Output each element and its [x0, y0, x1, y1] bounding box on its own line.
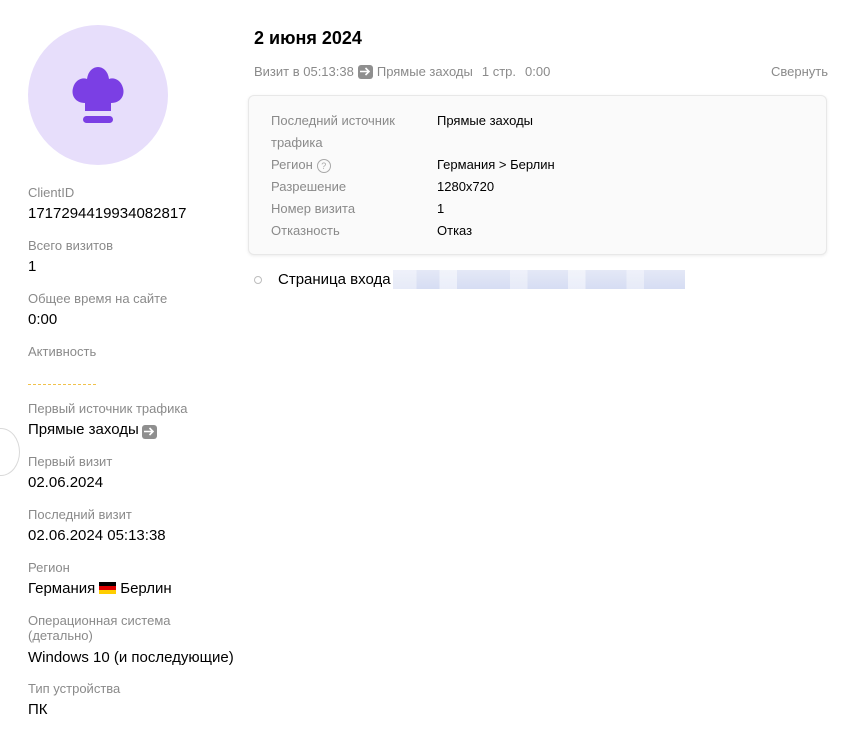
avatar [28, 25, 168, 165]
os-label: Операционная система (детально) [28, 613, 171, 643]
device-type-label: Тип устройства [28, 681, 121, 696]
total-time-label: Общее время на сайте [28, 291, 168, 306]
entry-page-label: Страница входа [278, 271, 391, 288]
visit-number-value: 1 [437, 201, 445, 216]
entry-page-url-redacted[interactable] [392, 270, 685, 289]
bounce-label: Отказность [271, 223, 340, 238]
device-type-value: ПК [28, 701, 48, 718]
visit-pages: 1 стр. [481, 64, 516, 79]
last-visit-label: Последний визит [28, 507, 132, 522]
region-country: Германия [28, 580, 96, 597]
visit-summary: Визит в 05:13:38 Прямые заходы 1 стр. 0:… [254, 64, 550, 79]
region-value: Германия Берлин [28, 580, 172, 598]
timeline-bullet-icon [254, 275, 262, 284]
total-visits-label: Всего визитов [28, 238, 114, 253]
last-visit-value: 02.06.2024 05:13:38 [28, 527, 166, 544]
last-source-label: Последний источник трафика [271, 113, 395, 150]
visit-date-title: 2 июня 2024 [254, 28, 362, 48]
resolution-value: 1280x720 [437, 179, 495, 194]
visit-details-card: Последний источник трафика Прямые заходы… [248, 95, 827, 255]
chef-hat-icon [72, 67, 124, 123]
os-value: Windows 10 (и последующие) [28, 649, 234, 666]
region-label: Регион [28, 560, 70, 575]
direct-entry-icon [141, 424, 157, 439]
activity-chart-line [28, 384, 96, 385]
first-source-value: Прямые заходы [28, 421, 157, 439]
first-source-label: Первый источник трафика [28, 401, 188, 416]
first-source-text: Прямые заходы [28, 421, 139, 438]
help-icon[interactable]: ? [316, 159, 331, 173]
first-visit-label: Первый визит [28, 454, 113, 469]
direct-entry-icon [357, 64, 373, 79]
client-id-label: ClientID [28, 185, 75, 200]
collapse-sidebar-handle[interactable] [0, 428, 20, 476]
total-time-value: 0:00 [28, 311, 58, 328]
visit-duration: 0:00 [525, 64, 551, 79]
first-visit-value: 02.06.2024 [28, 474, 104, 491]
region-detail-value: Германия > Берлин [437, 157, 555, 172]
visit-time: Визит в 05:13:38 [254, 64, 354, 79]
visit-source: Прямые заходы [376, 64, 473, 79]
activity-label: Активность [28, 344, 97, 359]
visit-number-label: Номер визита [271, 201, 356, 216]
entry-page-row: Страница входа [254, 270, 685, 289]
region-detail-label: Регион [271, 157, 313, 172]
collapse-button[interactable]: Свернуть [771, 64, 828, 79]
resolution-label: Разрешение [271, 179, 347, 194]
bounce-value: Отказ [437, 223, 473, 238]
last-source-value: Прямые заходы [437, 113, 534, 128]
germany-flag-icon [99, 581, 117, 594]
total-visits-value: 1 [28, 258, 37, 275]
region-city: Берлин [120, 580, 172, 597]
client-id-value: 1717294419934082817 [28, 205, 187, 222]
